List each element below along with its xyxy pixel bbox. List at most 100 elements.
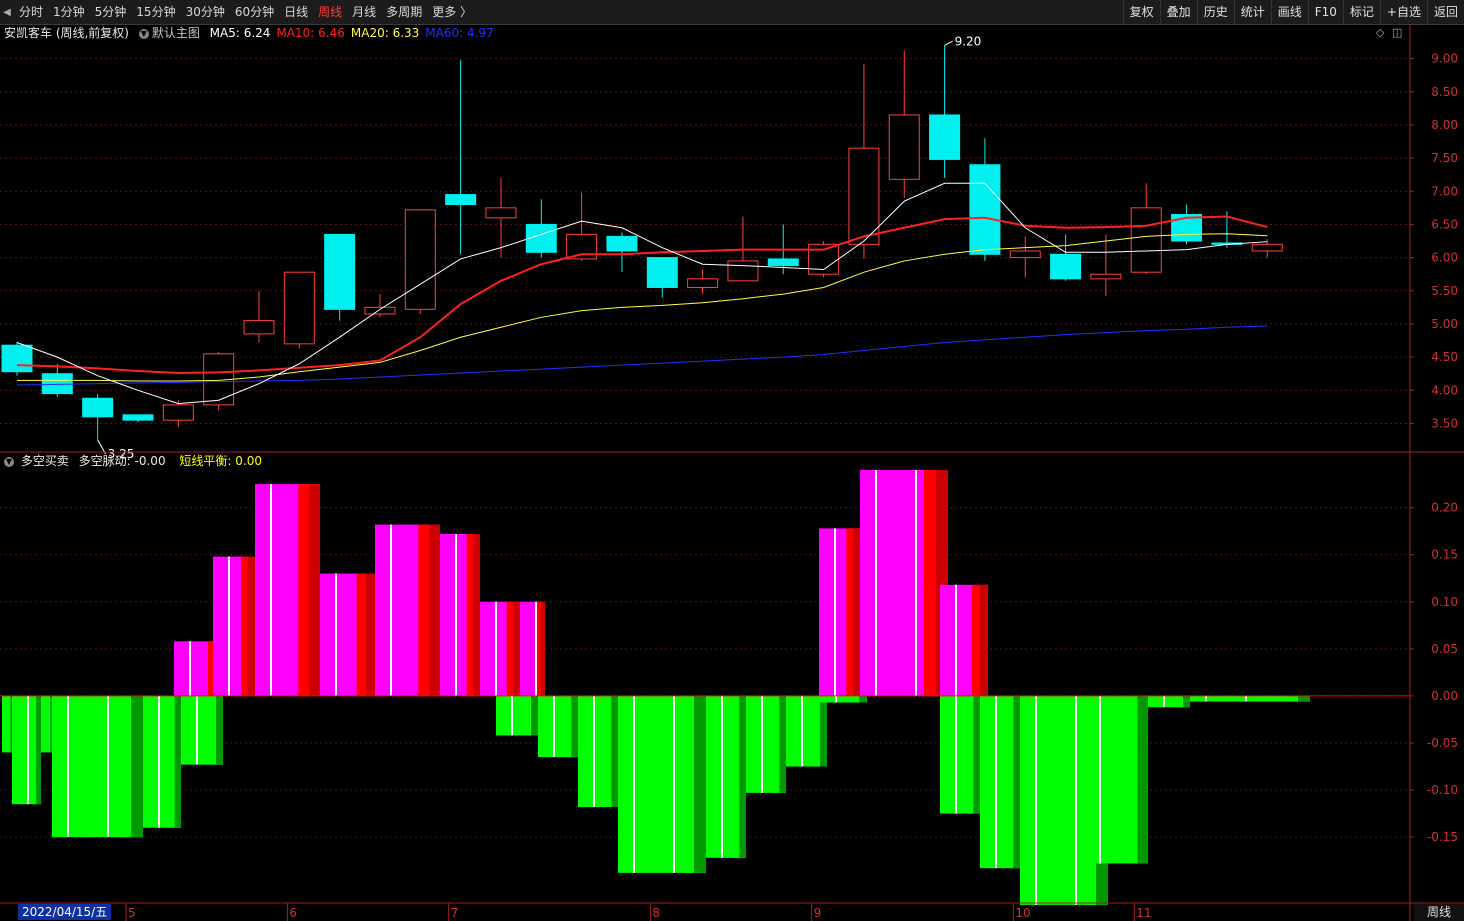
ind-bar-edge-12 [506, 601, 520, 696]
ind-bar-28 [1084, 695, 1148, 864]
ind-bar-edge-dark-24 [859, 695, 867, 703]
ind-bar-fill-15 [538, 695, 578, 758]
candle-31 [1251, 239, 1283, 258]
ind-bar-26 [980, 695, 1020, 869]
ind-bar-29 [1148, 695, 1190, 708]
candle-body-31 [1251, 243, 1283, 252]
main-tick-label-5: 6.50 [1431, 217, 1458, 231]
ind-tick-label-3: 0.05 [1431, 642, 1458, 656]
ind-bar-12 [480, 601, 520, 696]
candle-body-29 [1171, 213, 1203, 242]
ind-bar-5 [181, 695, 223, 765]
template-selector[interactable]: ▼ 默认主图 [138, 26, 200, 40]
candle-8 [324, 233, 356, 321]
ind-bar-edge-dark-29 [1183, 695, 1190, 708]
ind-bar-edge-25 [966, 695, 980, 814]
ind-bar-fill-23 [940, 584, 988, 696]
period-7[interactable]: 周线 [313, 0, 347, 24]
candle-body-13 [525, 223, 557, 253]
candle-body-7 [283, 271, 315, 345]
ind-bar-edge-dark-21 [853, 528, 860, 696]
tool-button-0[interactable]: 复权 [1122, 0, 1160, 24]
ind-bar-fill-12 [480, 601, 520, 696]
period-3[interactable]: 15分钟 [131, 0, 180, 24]
ind-bar-edge-dark-17 [694, 695, 706, 873]
ind-tick-label-6: -0.10 [1427, 783, 1458, 797]
tool-button-8[interactable]: 返回 [1426, 0, 1464, 24]
candle-16 [646, 257, 678, 298]
ind-bar-edge-dark-27 [1096, 695, 1108, 905]
main-tick-label-4: 7.00 [1431, 184, 1458, 198]
ind-bar-4 [143, 695, 181, 828]
ind-bar-fill-19 [746, 695, 786, 793]
ind-bar-fill-25 [940, 695, 980, 814]
period-0[interactable]: 分时 [14, 0, 48, 24]
period-8[interactable]: 月线 [347, 0, 381, 24]
ind-bar-16 [578, 695, 618, 807]
tool-button-3[interactable]: 统计 [1233, 0, 1271, 24]
ind-bar-edge-17 [682, 695, 706, 873]
month-label-6: 11 [1136, 906, 1151, 920]
ind-bar-fill-21 [819, 528, 860, 696]
window-icon[interactable]: ◫ [1392, 26, 1402, 39]
ind-bar-edge-dark-16 [611, 695, 618, 807]
candle-body-1 [41, 373, 73, 395]
main-panel-title: 安凯客车 (周线,前复权) ▼ 默认主图 MA5: 6.24 MA10: 6.46 M… [4, 25, 494, 41]
candle-body-5 [203, 353, 235, 406]
indicator-value-1: 多空脉动: -0.00 [78, 454, 166, 468]
period-10[interactable]: 更多 〉 [427, 0, 477, 24]
candle-body-12 [485, 207, 517, 219]
date-cursor-label: 2022/04/15/五 [18, 904, 112, 920]
candle-19 [767, 224, 799, 275]
tool-button-2[interactable]: 历史 [1196, 0, 1234, 24]
ind-bar-fill-27 [1020, 695, 1108, 905]
ind-bar-edge-dark-30 [1298, 695, 1310, 702]
period-4[interactable]: 30分钟 [181, 0, 230, 24]
main-tick-label-7: 5.50 [1431, 284, 1458, 298]
diamond-icon[interactable]: ◇ [1376, 26, 1384, 39]
tool-button-1[interactable]: 叠加 [1159, 0, 1197, 24]
tool-button-7[interactable]: +自选 [1379, 0, 1427, 24]
candle-body-11 [445, 194, 477, 206]
ind-tick-label-7: -0.15 [1427, 830, 1458, 844]
chevron-down-icon[interactable]: ▼ [4, 456, 14, 467]
candle-body-25 [1009, 250, 1041, 259]
period-9[interactable]: 多周期 [381, 0, 427, 24]
candle-body-6 [243, 320, 275, 335]
tool-button-6[interactable]: 标记 [1342, 0, 1380, 24]
ind-bar-27 [1020, 695, 1108, 905]
ind-bar-fill-8 [255, 484, 320, 696]
tool-button-4[interactable]: 画线 [1270, 0, 1308, 24]
toolbar-expand-icon[interactable]: ◀ [0, 0, 14, 24]
ind-bar-24 [820, 695, 867, 703]
candle-body-2 [82, 397, 114, 418]
ind-bar-edge-24 [851, 695, 867, 703]
period-6[interactable]: 日线 [279, 0, 313, 24]
candle-body-22 [888, 114, 920, 180]
ind-bar-edge-dark-3 [131, 695, 143, 838]
month-label-3: 8 [652, 906, 660, 920]
candle-12 [485, 178, 517, 258]
candlestick-chart: 9.203.25 [1, 34, 1283, 461]
tool-button-5[interactable]: F10 [1307, 0, 1343, 24]
candle-body-28 [1130, 207, 1162, 273]
ind-bar-fill-29 [1148, 695, 1190, 708]
candle-3 [122, 414, 154, 423]
ind-bar-edge-23 [972, 584, 988, 696]
ind-bar-edge-10 [418, 524, 440, 696]
period-2[interactable]: 5分钟 [90, 0, 132, 24]
ind-bar-fill-5 [181, 695, 223, 765]
ind-bar-19 [746, 695, 786, 793]
period-1[interactable]: 1分钟 [48, 0, 90, 24]
month-label-4: 9 [814, 906, 822, 920]
candle-2 [82, 393, 114, 441]
candle-17 [687, 269, 719, 295]
ind-tick-label-2: 0.10 [1431, 595, 1458, 609]
ind-bar-edge-dark-1 [36, 695, 41, 805]
ind-bar-fill-30 [1190, 695, 1310, 702]
ind-bar-3 [52, 695, 143, 838]
period-5[interactable]: 60分钟 [230, 0, 279, 24]
candle-body-24 [969, 164, 1001, 255]
ind-bar-edge-dark-10 [429, 524, 440, 696]
ind-bar-21 [819, 528, 860, 696]
